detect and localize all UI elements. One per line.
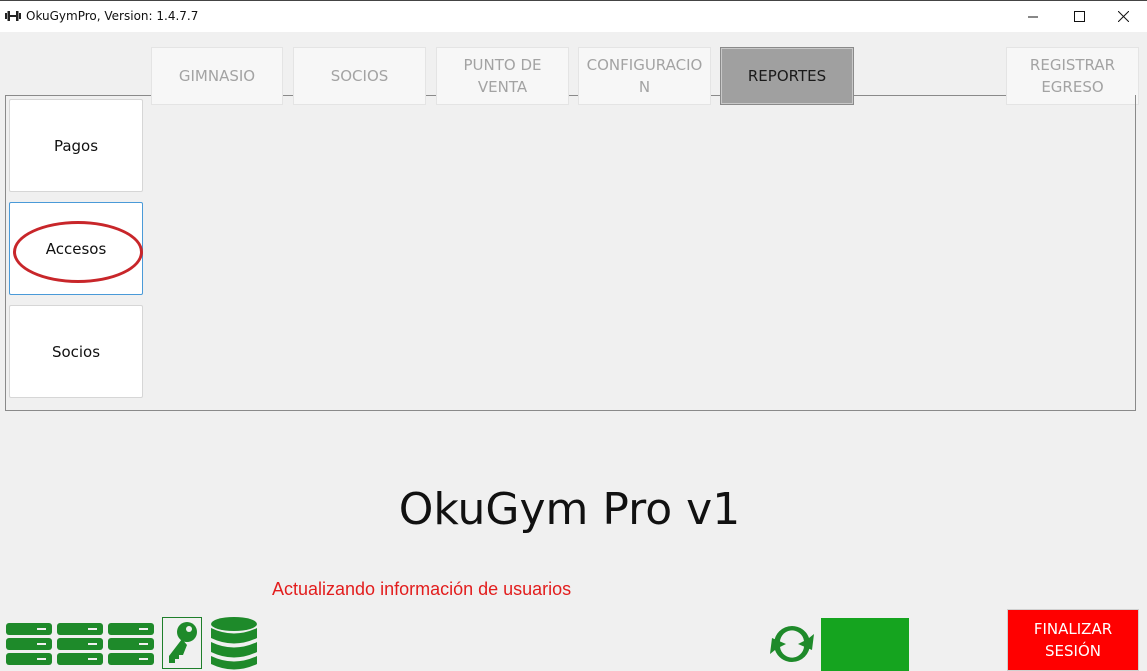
maximize-button[interactable]	[1057, 1, 1103, 32]
maximize-icon	[1074, 11, 1085, 22]
report-pagos-label: Pagos	[53, 136, 99, 155]
app-window: OkuGymPro, Version: 1.4.7.7 GIMNASIO SOC…	[0, 0, 1147, 671]
brand-title: OkuGym Pro v1	[398, 484, 741, 535]
report-socios-label: Socios	[51, 342, 101, 361]
license-key-button[interactable]	[162, 617, 202, 669]
report-pagos-button[interactable]: Pagos	[9, 99, 143, 192]
close-icon	[1118, 11, 1129, 22]
server-icon	[57, 623, 103, 665]
dumbbell-icon	[5, 11, 21, 21]
status-message: Actualizando información de usuarios	[272, 579, 572, 599]
report-accesos-label: Accesos	[45, 239, 107, 258]
connection-status-indicator	[821, 618, 909, 671]
minimize-icon	[1028, 16, 1038, 18]
report-accesos-button[interactable]: Accesos	[9, 202, 143, 295]
title-bar: OkuGymPro, Version: 1.4.7.7	[0, 0, 1147, 32]
sync-icon[interactable]	[768, 620, 816, 668]
window-title: OkuGymPro, Version: 1.4.7.7	[26, 9, 199, 23]
server-icon	[6, 623, 52, 665]
report-socios-button[interactable]: Socios	[9, 305, 143, 398]
server-icon	[108, 623, 154, 665]
minimize-button[interactable]	[1011, 1, 1057, 32]
reports-panel	[5, 95, 1136, 411]
logout-button[interactable]: FINALIZAR SESIÓN	[1007, 609, 1139, 671]
key-icon	[169, 622, 197, 663]
close-button[interactable]	[1101, 1, 1147, 32]
database-icon	[211, 617, 257, 670]
